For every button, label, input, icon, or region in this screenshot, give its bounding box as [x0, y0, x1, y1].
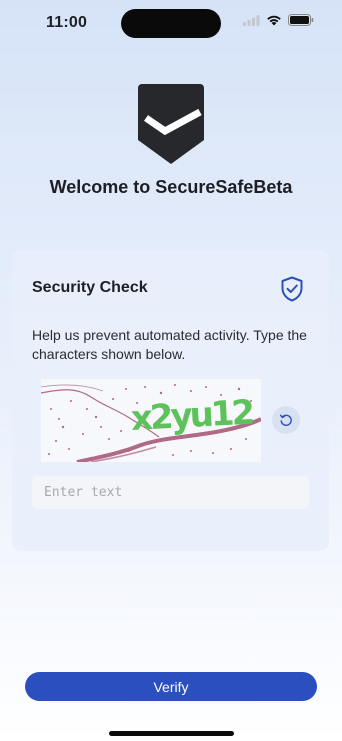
shield-check-logo [138, 84, 204, 164]
card-title: Security Check [32, 279, 148, 296]
home-indicator [109, 731, 234, 736]
verify-button[interactable]: Verify [25, 672, 317, 701]
card-description: Help us prevent automated activity. Type… [32, 327, 307, 362]
status-bar: 11:00 [0, 0, 342, 44]
battery-icon [288, 14, 314, 26]
status-icons [243, 14, 314, 26]
wifi-icon [267, 15, 281, 26]
refresh-captcha-button[interactable] [272, 406, 300, 434]
status-time: 11:00 [46, 14, 88, 31]
captcha-input[interactable] [32, 476, 309, 509]
security-check-card: Security Check Help us prevent automated… [12, 250, 329, 551]
captcha-text: x2yu12 [129, 392, 254, 439]
dynamic-island [121, 9, 221, 38]
shield-check-icon [281, 276, 303, 302]
welcome-title: Welcome to SecureSafeBeta [49, 177, 293, 197]
refresh-icon [279, 414, 292, 426]
signal-icon [243, 14, 260, 26]
captcha-image: x2yu12 [41, 379, 261, 462]
